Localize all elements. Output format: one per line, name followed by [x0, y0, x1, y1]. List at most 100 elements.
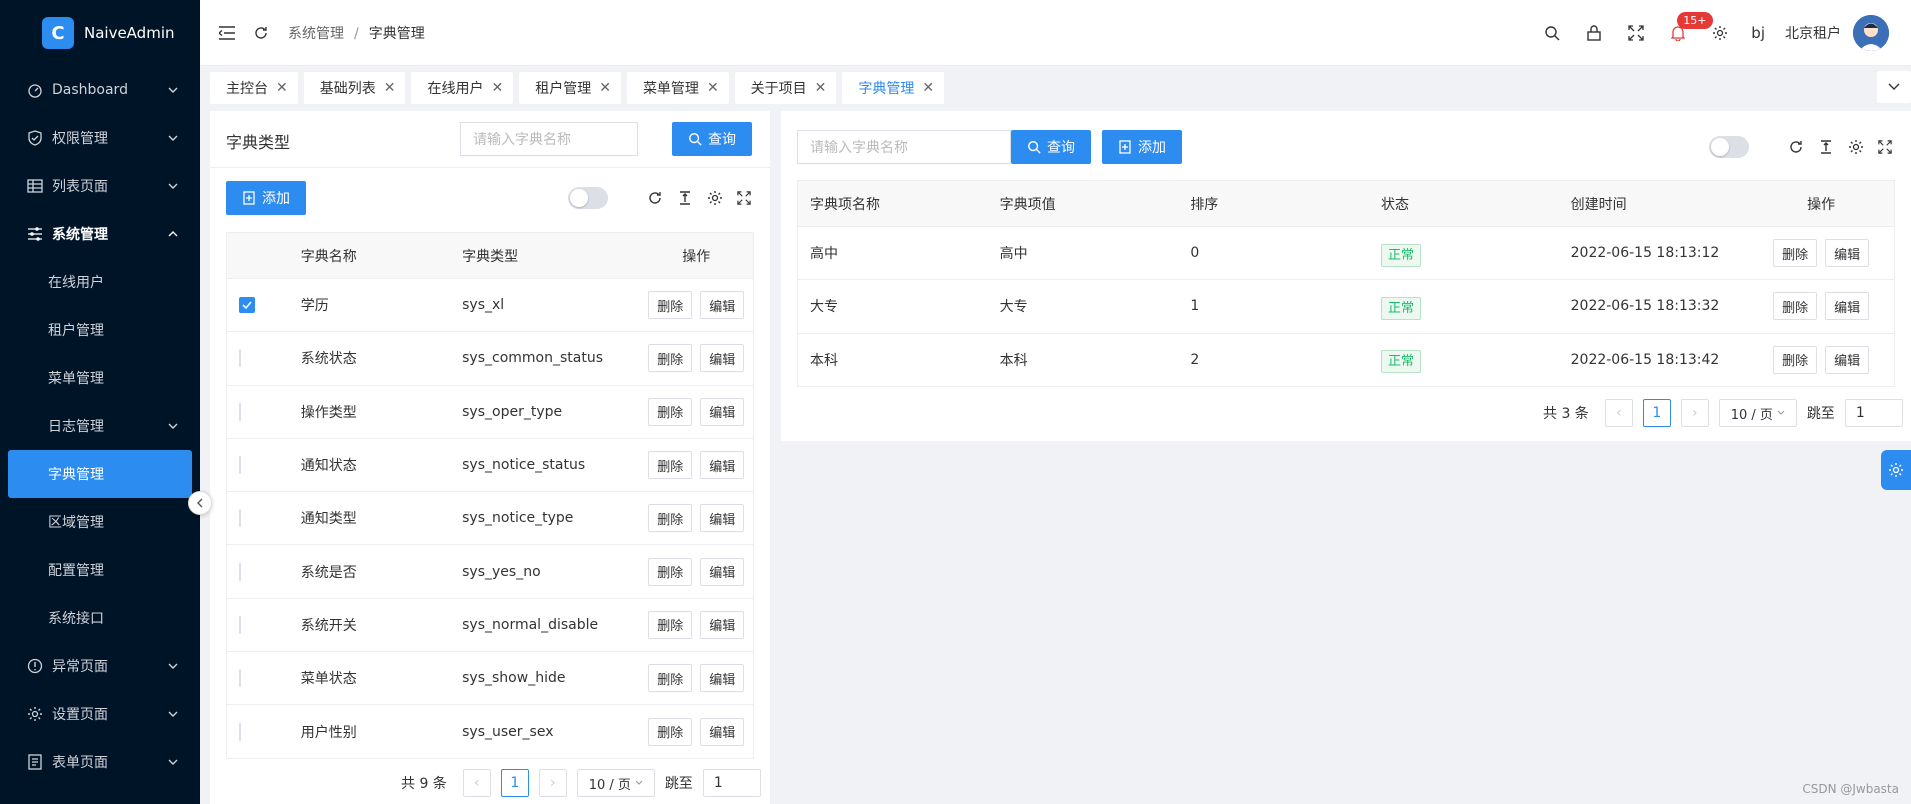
row-checkbox[interactable] — [239, 402, 241, 421]
dict-item-query-button[interactable]: 查询 — [1011, 130, 1091, 164]
lock-icon[interactable] — [1583, 22, 1605, 44]
gear-icon[interactable] — [1709, 22, 1731, 44]
edit-button[interactable]: 编辑 — [700, 664, 745, 693]
edit-button[interactable]: 编辑 — [700, 291, 745, 320]
tab-item[interactable]: 在线用户 ✕ — [411, 71, 514, 104]
delete-button[interactable]: 删除 — [648, 344, 693, 373]
edit-button[interactable]: 编辑 — [700, 557, 745, 586]
jump-input[interactable]: 1 — [702, 769, 761, 797]
settings-drawer-button[interactable] — [1881, 450, 1911, 490]
table-row[interactable]: 通知状态 sys_notice_status 删除 编辑 — [227, 439, 753, 493]
sidebar-item-permission[interactable]: 权限管理 — [0, 114, 200, 162]
close-icon[interactable]: ✕ — [384, 80, 396, 96]
dict-item-add-button[interactable]: 添加 — [1102, 130, 1182, 164]
edit-button[interactable]: 编辑 — [1825, 292, 1870, 321]
expand-icon[interactable] — [1878, 140, 1892, 158]
delete-button[interactable]: 删除 — [648, 557, 693, 586]
page-number[interactable]: 1 — [1642, 399, 1671, 427]
edit-button[interactable]: 编辑 — [700, 451, 745, 480]
table-row[interactable]: 菜单状态 sys_show_hide 删除 编辑 — [227, 652, 753, 706]
breadcrumb-item[interactable]: 系统管理 — [288, 26, 344, 42]
page-number[interactable]: 1 — [500, 769, 529, 797]
striped-toggle[interactable] — [1709, 136, 1749, 158]
density-icon[interactable] — [1818, 139, 1834, 159]
sidebar-item-config[interactable]: 配置管理 — [0, 546, 200, 594]
density-icon[interactable] — [677, 190, 693, 210]
sidebar-item-dashboard[interactable]: Dashboard — [0, 66, 200, 114]
row-checkbox[interactable] — [239, 509, 241, 528]
tab-item[interactable]: 菜单管理 ✕ — [626, 71, 729, 104]
row-checkbox[interactable] — [239, 669, 241, 688]
delete-button[interactable]: 删除 — [1773, 345, 1818, 374]
table-row[interactable]: 高中 高中 0 正常 2022-06-15 18:13:12 删除 编辑 — [798, 227, 1894, 281]
tab-item[interactable]: 主控台 ✕ — [210, 71, 298, 104]
edit-button[interactable]: 编辑 — [700, 504, 745, 533]
row-checkbox[interactable] — [239, 297, 255, 314]
sidebar-item-menu[interactable]: 菜单管理 — [0, 354, 200, 402]
close-icon[interactable]: ✕ — [922, 80, 934, 96]
row-checkbox[interactable] — [239, 349, 241, 368]
refresh-icon[interactable] — [647, 190, 663, 210]
tab-item[interactable]: 基础列表 ✕ — [303, 71, 406, 104]
refresh-icon[interactable] — [1788, 139, 1804, 159]
delete-button[interactable]: 删除 — [648, 664, 693, 693]
tabs-more-button[interactable] — [1877, 71, 1911, 103]
prev-page-button[interactable]: ‹ — [1604, 399, 1633, 427]
close-icon[interactable]: ✕ — [815, 80, 827, 96]
avatar[interactable] — [1853, 15, 1889, 51]
row-checkbox[interactable] — [239, 615, 241, 634]
sidebar-item-tenant[interactable]: 租户管理 — [0, 306, 200, 354]
dict-type-query-button[interactable]: 查询 — [672, 122, 752, 156]
page-size-select[interactable]: 10 / 页 — [576, 769, 655, 797]
refresh-icon[interactable] — [250, 22, 272, 44]
column-settings-icon[interactable] — [1848, 139, 1864, 159]
row-checkbox[interactable] — [239, 562, 241, 581]
delete-button[interactable]: 删除 — [648, 504, 693, 533]
dict-item-search-input[interactable]: 请输入字典名称 — [797, 130, 1011, 164]
sidebar-item-list-page[interactable]: 列表页面 — [0, 162, 200, 210]
next-page-button[interactable]: › — [1680, 399, 1709, 427]
close-icon[interactable]: ✕ — [491, 80, 503, 96]
table-row[interactable]: 通知类型 sys_notice_type 删除 编辑 — [227, 492, 753, 546]
close-icon[interactable]: ✕ — [707, 80, 719, 96]
fullscreen-icon[interactable] — [1625, 22, 1647, 44]
table-row[interactable]: 系统是否 sys_yes_no 删除 编辑 — [227, 545, 753, 599]
expand-icon[interactable] — [737, 191, 751, 209]
sidebar-item-exception[interactable]: 异常页面 — [0, 642, 200, 690]
dict-type-search-input[interactable]: 请输入字典名称 — [460, 122, 638, 156]
table-row[interactable]: 系统开关 sys_normal_disable 删除 编辑 — [227, 599, 753, 653]
sidebar-item-log[interactable]: 日志管理 — [0, 402, 200, 450]
search-icon[interactable] — [1541, 22, 1563, 44]
delete-button[interactable]: 删除 — [1773, 292, 1818, 321]
row-checkbox[interactable] — [239, 456, 241, 475]
edit-button[interactable]: 编辑 — [700, 344, 745, 373]
tab-item[interactable]: 关于项目 ✕ — [734, 71, 837, 104]
edit-button[interactable]: 编辑 — [700, 717, 745, 746]
striped-toggle[interactable] — [568, 187, 608, 209]
table-row[interactable]: 系统状态 sys_common_status 删除 编辑 — [227, 332, 753, 386]
delete-button[interactable]: 删除 — [1773, 239, 1818, 268]
edit-button[interactable]: 编辑 — [1825, 239, 1870, 268]
sidebar-item-online-users[interactable]: 在线用户 — [0, 258, 200, 306]
table-row[interactable]: 操作类型 sys_oper_type 删除 编辑 — [227, 386, 753, 439]
sidebar-item-system[interactable]: 系统管理 — [0, 210, 200, 258]
language-switch[interactable]: bj — [1751, 24, 1765, 42]
row-checkbox[interactable] — [239, 722, 241, 741]
next-page-button[interactable]: › — [538, 769, 567, 797]
table-row[interactable]: 用户性别 sys_user_sex 删除 编辑 — [227, 705, 753, 759]
delete-button[interactable]: 删除 — [648, 451, 693, 480]
close-icon[interactable]: ✕ — [276, 80, 288, 96]
sidebar-item-api[interactable]: 系统接口 — [0, 594, 200, 642]
tab-item[interactable]: 字典管理 ✕ — [842, 71, 945, 104]
jump-input[interactable]: 1 — [1844, 399, 1903, 427]
delete-button[interactable]: 删除 — [648, 397, 693, 426]
tenant-name[interactable]: 北京租户 — [1785, 23, 1841, 43]
column-settings-icon[interactable] — [707, 190, 723, 210]
close-icon[interactable]: ✕ — [599, 80, 611, 96]
edit-button[interactable]: 编辑 — [700, 610, 745, 639]
edit-button[interactable]: 编辑 — [1825, 345, 1870, 374]
prev-page-button[interactable]: ‹ — [462, 769, 491, 797]
app-logo[interactable]: C NaiveAdmin — [0, 0, 200, 66]
table-row[interactable]: 本科 本科 2 正常 2022-06-15 18:13:42 删除 编辑 — [798, 334, 1894, 387]
menu-fold-icon[interactable] — [216, 22, 238, 44]
